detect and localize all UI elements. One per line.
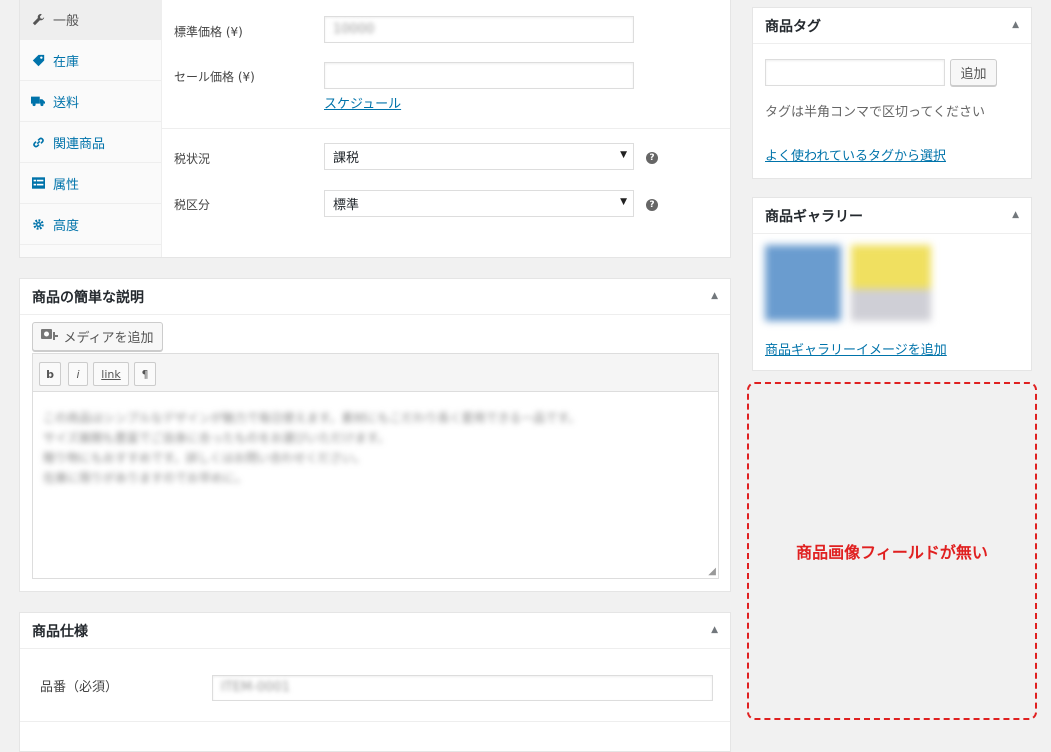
gear-icon: [31, 217, 45, 231]
collapse-arrow-icon[interactable]: ▲: [711, 291, 718, 301]
collapse-arrow-icon[interactable]: ▲: [1012, 210, 1019, 220]
product-gallery-title: 商品ギャラリー: [765, 208, 863, 225]
editor-line: サイズ展開も豊富でご自身に合ったものをお選びいただけます。: [43, 431, 390, 445]
regular-price-input[interactable]: 10000: [324, 16, 634, 43]
regular-price-value: 10000: [333, 22, 375, 37]
tab-shipping[interactable]: 送料: [20, 81, 161, 122]
tab-linked-products[interactable]: 関連商品: [20, 122, 161, 163]
gallery-thumbnail[interactable]: [851, 245, 931, 321]
field-divider: [20, 721, 730, 722]
part-number-value: ITEM-0001: [221, 680, 290, 695]
tab-attributes-label: 属性: [53, 177, 80, 193]
tax-class-label: 税区分: [174, 198, 211, 212]
link-button[interactable]: link: [93, 362, 129, 386]
general-fields: 標準価格 (¥) 10000 セール価格 (¥) スケジュール 税状況 課税 ▼…: [162, 0, 730, 257]
tab-advanced[interactable]: 高度: [20, 204, 161, 245]
popular-tags-link[interactable]: よく使われているタグから選択: [765, 145, 946, 164]
text-editor: b i link ¶ この商品はシンプルなデザインが魅力で毎日使えます。素材にも…: [32, 353, 719, 579]
product-tags-box: 商品タグ ▲ 追加 タグは半角コンマで区切ってください よく使われているタグから…: [752, 7, 1032, 179]
editor-line: 在庫に限りがありますのでお早めに。: [43, 471, 248, 485]
editor-line: 贈り物にもおすすめです。詳しくはお問い合わせください。: [43, 451, 366, 465]
short-description-title: 商品の簡単な説明: [32, 289, 144, 306]
media-icon: [41, 327, 59, 347]
help-icon[interactable]: ?: [646, 152, 658, 164]
tag-input[interactable]: [765, 59, 945, 86]
editor-line: この商品はシンプルなデザインが魅力で毎日使えます。素材にもこだわり長く愛用できる…: [43, 411, 581, 425]
product-gallery-box: 商品ギャラリー ▲ 商品ギャラリーイメージを追加: [752, 197, 1032, 371]
tax-status-value: 課税: [333, 151, 360, 166]
resize-handle-icon[interactable]: ◢: [708, 566, 716, 577]
tab-advanced-label: 高度: [53, 218, 80, 234]
regular-price-label: 標準価格 (¥): [174, 25, 243, 39]
part-number-label: 品番（必須）: [40, 680, 119, 695]
sale-price-input[interactable]: [324, 62, 634, 89]
product-tags-title: 商品タグ: [765, 18, 821, 35]
tax-status-select[interactable]: 課税 ▼: [324, 143, 634, 170]
tab-attributes[interactable]: 属性: [20, 163, 161, 204]
product-spec-header[interactable]: 商品仕様 ▲: [20, 613, 730, 649]
tab-general-label: 一般: [53, 13, 80, 29]
tab-inventory-label: 在庫: [53, 54, 80, 70]
tags-hint: タグは半角コンマで区切ってください: [765, 105, 985, 120]
tab-general[interactable]: 一般: [20, 0, 161, 40]
add-gallery-images-link[interactable]: 商品ギャラリーイメージを追加: [765, 339, 947, 358]
schedule-link[interactable]: スケジュール: [324, 93, 401, 112]
product-data-panel: 一般 在庫 送料 関連商品 属性 高度 標準価格 (¥) 10000 セール価格…: [19, 0, 731, 258]
tab-shipping-label: 送料: [53, 95, 80, 111]
product-data-tabs: 一般 在庫 送料 関連商品 属性 高度: [20, 0, 162, 257]
short-description-box: 商品の簡単な説明 ▲ メディアを追加 b i link ¶ この商品はシンプルな…: [19, 278, 731, 592]
gallery-thumbnail[interactable]: [765, 245, 841, 321]
annotation-text: 商品画像フィールドが無い: [796, 543, 988, 562]
paragraph-button[interactable]: ¶: [134, 362, 156, 386]
tab-inventory[interactable]: 在庫: [20, 40, 161, 81]
product-gallery-header[interactable]: 商品ギャラリー ▲: [753, 198, 1031, 234]
add-tag-button[interactable]: 追加: [950, 59, 997, 86]
tab-linked-products-label: 関連商品: [53, 136, 106, 152]
wrench-icon: [31, 12, 45, 26]
sale-price-label: セール価格 (¥): [174, 70, 255, 84]
tax-class-value: 標準: [333, 198, 360, 213]
editor-textarea[interactable]: この商品はシンプルなデザインが魅力で毎日使えます。素材にもこだわり長く愛用できる…: [33, 392, 718, 504]
product-spec-box: 商品仕様 ▲ 品番（必須） ITEM-0001: [19, 612, 731, 752]
link-icon: [31, 135, 45, 149]
missing-product-image-annotation: 商品画像フィールドが無い: [747, 382, 1037, 720]
add-media-button[interactable]: メディアを追加: [32, 322, 163, 351]
tag-icon: [31, 53, 45, 67]
tax-class-select[interactable]: 標準 ▼: [324, 190, 634, 217]
field-divider: [162, 128, 730, 129]
product-spec-title: 商品仕様: [32, 623, 88, 640]
dropdown-arrow-icon: ▼: [620, 150, 627, 160]
collapse-arrow-icon[interactable]: ▲: [1012, 20, 1019, 30]
truck-icon: [31, 94, 45, 108]
quicktags-toolbar: b i link ¶: [33, 354, 718, 392]
tax-status-label: 税状況: [174, 152, 211, 166]
help-icon[interactable]: ?: [646, 199, 658, 211]
list-icon: [31, 176, 45, 190]
collapse-arrow-icon[interactable]: ▲: [711, 625, 718, 635]
add-media-label: メディアを追加: [63, 331, 154, 346]
bold-button[interactable]: b: [39, 362, 61, 386]
part-number-input[interactable]: ITEM-0001: [212, 675, 713, 701]
italic-button[interactable]: i: [68, 362, 88, 386]
short-description-header[interactable]: 商品の簡単な説明 ▲: [20, 279, 730, 315]
product-tags-header[interactable]: 商品タグ ▲: [753, 8, 1031, 44]
dropdown-arrow-icon: ▼: [620, 197, 627, 207]
